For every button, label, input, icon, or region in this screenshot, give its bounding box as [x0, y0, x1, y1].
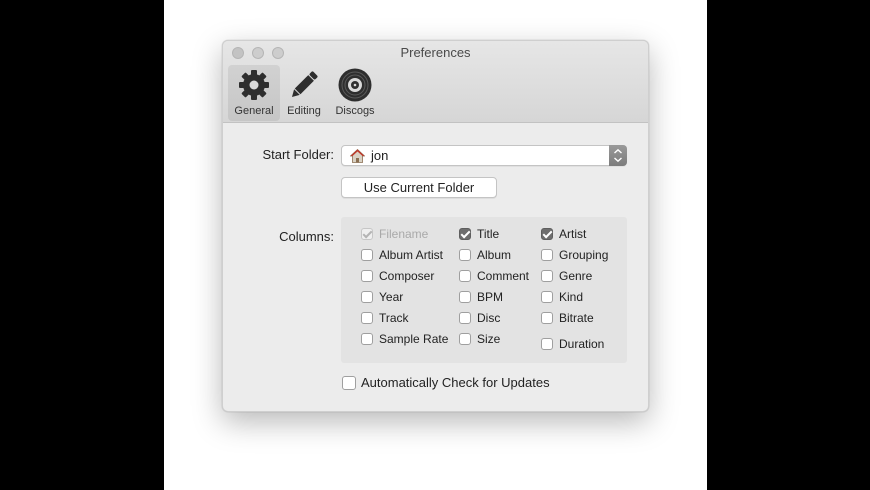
columns-label: Columns:	[279, 229, 334, 244]
checkbox-label: Size	[477, 332, 501, 346]
checkbox-label: Artist	[559, 227, 587, 241]
checkbox-label: Disc	[477, 311, 501, 325]
toolbar-item-discogs[interactable]: Discogs	[329, 65, 381, 121]
checkbox[interactable]	[459, 270, 471, 282]
toolbar-label-editing: Editing	[287, 105, 321, 117]
checkbox-label: Composer	[379, 269, 435, 283]
checkbox-label: Duration	[559, 337, 605, 351]
checkbox-label: Genre	[559, 269, 593, 283]
checkbox-label: Filename	[379, 227, 429, 241]
checkbox-label: Album Artist	[379, 248, 444, 262]
checkbox[interactable]	[459, 249, 471, 261]
checkbox[interactable]	[361, 312, 373, 324]
preferences-window: Preferences General Editing Discogs Star…	[222, 40, 649, 412]
checkbox[interactable]	[361, 333, 373, 345]
checkbox-label: Year	[379, 290, 404, 304]
checkbox-label: Grouping	[559, 248, 609, 262]
gear-icon	[239, 70, 269, 100]
pencil-icon	[291, 71, 318, 98]
toolbar-label-discogs: Discogs	[335, 105, 375, 117]
checkbox-label: Kind	[559, 290, 584, 304]
checkbox[interactable]	[459, 312, 471, 324]
checkbox[interactable]	[541, 249, 553, 261]
checkbox[interactable]	[459, 291, 471, 303]
home-icon	[350, 149, 365, 163]
start-folder-popup[interactable]: jon	[341, 145, 627, 166]
use-current-folder-button[interactable]: Use Current Folder	[341, 177, 497, 198]
checkbox[interactable]	[361, 270, 373, 282]
checkbox-label: Album	[477, 248, 512, 262]
checkbox-label: Track	[379, 311, 409, 325]
auto-update-label: Automatically Check for Updates	[361, 375, 550, 390]
checkbox-label: BPM	[477, 290, 504, 304]
checkbox[interactable]	[541, 338, 553, 350]
titlebar: Preferences General Editing Discogs	[223, 41, 648, 123]
toolbar-label-general: General	[234, 105, 274, 117]
checkbox[interactable]	[459, 228, 471, 240]
checkbox[interactable]	[541, 270, 553, 282]
checkbox-label: Title	[477, 227, 500, 241]
start-folder-value: jon	[371, 148, 389, 163]
checkbox[interactable]	[361, 291, 373, 303]
start-folder-label: Start Folder:	[262, 147, 334, 162]
window-title: Preferences	[400, 45, 471, 60]
toolbar-item-general[interactable]: General	[228, 65, 280, 121]
checkbox-label: Sample Rate	[379, 332, 449, 346]
columns-group: Filename Title Artist Album Artist Album…	[341, 217, 627, 363]
checkbox[interactable]	[541, 291, 553, 303]
checkbox[interactable]	[361, 228, 373, 240]
checkbox[interactable]	[361, 249, 373, 261]
vinyl-record-icon	[338, 68, 372, 102]
toolbar-item-editing[interactable]: Editing	[281, 65, 327, 121]
auto-update-checkbox[interactable]	[342, 376, 356, 390]
checkbox-label: Bitrate	[559, 311, 594, 325]
checkbox[interactable]	[459, 333, 471, 345]
checkbox[interactable]	[541, 312, 553, 324]
popup-stepper-icon	[609, 145, 627, 166]
checkbox[interactable]	[541, 228, 553, 240]
checkbox-label: Comment	[477, 269, 530, 283]
